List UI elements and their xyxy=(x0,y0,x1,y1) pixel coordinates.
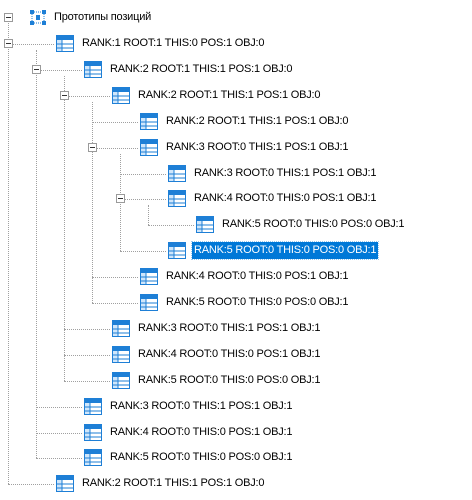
tree-node-label[interactable]: RANK:5 ROOT:0 THIS:0 POS:0 OBJ:1 xyxy=(108,449,294,466)
table-icon xyxy=(84,424,102,441)
tree-node[interactable]: RANK:1 ROOT:1 THIS:0 POS:1 OBJ:0 xyxy=(0,33,472,55)
tree-node-label[interactable]: RANK:4 ROOT:0 THIS:0 POS:1 OBJ:1 xyxy=(164,268,350,285)
tree-node-label[interactable]: RANK:4 ROOT:0 THIS:0 POS:1 OBJ:1 xyxy=(108,424,294,441)
collapse-toggle[interactable] xyxy=(88,143,97,152)
table-icon xyxy=(56,35,74,52)
tree-node[interactable]: RANK:2 ROOT:1 THIS:1 POS:1 OBJ:0 xyxy=(0,59,472,81)
tree-node-label[interactable]: RANK:4 ROOT:0 THIS:0 POS:1 OBJ:1 xyxy=(136,346,322,363)
table-icon xyxy=(140,294,158,311)
tree-node[interactable]: RANK:3 ROOT:0 THIS:1 POS:1 OBJ:1 xyxy=(0,163,472,185)
tree-node[interactable]: RANK:4 ROOT:0 THIS:0 POS:1 OBJ:1 xyxy=(0,188,472,210)
collapse-toggle[interactable] xyxy=(32,65,41,74)
table-icon xyxy=(196,216,214,233)
table-icon xyxy=(140,113,158,130)
table-icon xyxy=(168,165,186,182)
tree-node-label[interactable]: RANK:3 ROOT:0 THIS:1 POS:1 OBJ:1 xyxy=(108,398,294,415)
table-icon xyxy=(140,268,158,285)
tree-node-label[interactable]: RANK:3 ROOT:0 THIS:1 POS:1 OBJ:1 xyxy=(164,139,350,156)
tree-node[interactable]: RANK:2 ROOT:1 THIS:1 POS:1 OBJ:0 xyxy=(0,85,472,107)
tree-node[interactable]: RANK:2 ROOT:1 THIS:1 POS:1 OBJ:0 xyxy=(0,111,472,133)
tree-node[interactable]: RANK:5 ROOT:0 THIS:0 POS:0 OBJ:1 xyxy=(0,370,472,392)
table-icon xyxy=(112,372,130,389)
prototype-grid-icon xyxy=(30,10,46,25)
tree-node[interactable]: RANK:5 ROOT:0 THIS:0 POS:0 OBJ:1 xyxy=(0,447,472,469)
tree-node-label[interactable]: RANK:5 ROOT:0 THIS:0 POS:0 OBJ:1 xyxy=(190,241,380,260)
tree-node[interactable]: RANK:3 ROOT:0 THIS:1 POS:1 OBJ:1 xyxy=(0,396,472,418)
tree-node-label[interactable]: RANK:2 ROOT:1 THIS:1 POS:1 OBJ:0 xyxy=(136,87,322,104)
table-icon xyxy=(168,242,186,259)
tree-node[interactable]: RANK:3 ROOT:0 THIS:1 POS:1 OBJ:1 xyxy=(0,318,472,340)
collapse-toggle[interactable] xyxy=(116,194,125,203)
tree-node-selected[interactable]: RANK:5 ROOT:0 THIS:0 POS:0 OBJ:1 xyxy=(0,240,472,262)
tree-node[interactable]: RANK:5 ROOT:0 THIS:0 POS:0 OBJ:1 xyxy=(0,292,472,314)
position-prototypes-tree[interactable]: Прототипы позиций RANK:1 ROOT:1 THIS:0 P… xyxy=(0,0,472,500)
tree-node[interactable]: RANK:4 ROOT:0 THIS:0 POS:1 OBJ:1 xyxy=(0,344,472,366)
table-icon xyxy=(112,346,130,363)
collapse-toggle-root[interactable] xyxy=(4,13,13,22)
tree-node-label[interactable]: RANK:4 ROOT:0 THIS:0 POS:1 OBJ:1 xyxy=(192,190,378,207)
table-icon xyxy=(140,139,158,156)
tree-node[interactable]: RANK:4 ROOT:0 THIS:0 POS:1 OBJ:1 xyxy=(0,266,472,288)
tree-node-label[interactable]: RANK:1 ROOT:1 THIS:0 POS:1 OBJ:0 xyxy=(80,35,266,52)
tree-node[interactable]: RANK:5 ROOT:0 THIS:0 POS:0 OBJ:1 xyxy=(0,214,472,236)
tree-node-label[interactable]: RANK:2 ROOT:1 THIS:1 POS:1 OBJ:0 xyxy=(108,61,294,78)
tree-node[interactable]: RANK:2 ROOT:1 THIS:1 POS:1 OBJ:0 xyxy=(0,473,472,495)
tree-node[interactable]: RANK:4 ROOT:0 THIS:0 POS:1 OBJ:1 xyxy=(0,422,472,444)
table-icon xyxy=(168,190,186,207)
tree-node-label[interactable]: RANK:2 ROOT:1 THIS:1 POS:1 OBJ:0 xyxy=(80,475,266,492)
table-icon xyxy=(84,449,102,466)
tree-root-row[interactable]: Прототипы позиций xyxy=(0,7,472,29)
table-icon xyxy=(56,475,74,492)
table-icon xyxy=(112,320,130,337)
collapse-toggle[interactable] xyxy=(60,91,69,100)
tree-node-label[interactable]: RANK:5 ROOT:0 THIS:0 POS:0 OBJ:1 xyxy=(164,294,350,311)
tree-node-label[interactable]: RANK:3 ROOT:0 THIS:1 POS:1 OBJ:1 xyxy=(136,320,322,337)
tree-node-label[interactable]: RANK:5 ROOT:0 THIS:0 POS:0 OBJ:1 xyxy=(220,216,406,233)
table-icon xyxy=(112,87,130,104)
tree-node[interactable]: RANK:3 ROOT:0 THIS:1 POS:1 OBJ:1 xyxy=(0,137,472,159)
table-icon xyxy=(84,398,102,415)
collapse-toggle[interactable] xyxy=(4,39,13,48)
tree-node-label[interactable]: RANK:3 ROOT:0 THIS:1 POS:1 OBJ:1 xyxy=(192,165,378,182)
table-icon xyxy=(84,61,102,78)
tree-node-label[interactable]: RANK:5 ROOT:0 THIS:0 POS:0 OBJ:1 xyxy=(136,372,322,389)
tree-root-label[interactable]: Прототипы позиций xyxy=(52,9,153,26)
tree-node-label[interactable]: RANK:2 ROOT:1 THIS:1 POS:1 OBJ:0 xyxy=(164,113,350,130)
